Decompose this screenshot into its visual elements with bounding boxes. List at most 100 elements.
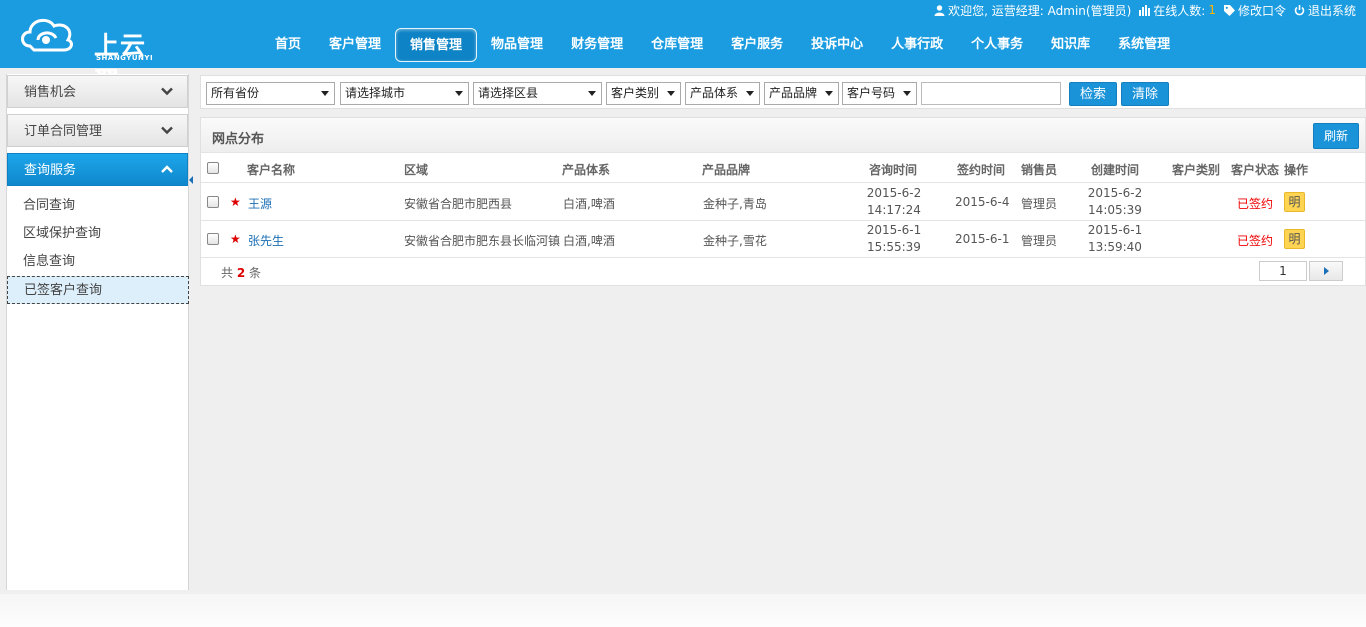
- nav-personal-affairs[interactable]: 个人事务: [957, 28, 1037, 62]
- star-icon: ★: [230, 195, 241, 209]
- row-checkbox[interactable]: [207, 196, 219, 208]
- nav-customer-service[interactable]: 客户服务: [717, 28, 797, 62]
- nav-home[interactable]: 首页: [261, 28, 315, 62]
- nav-customer-management[interactable]: 客户管理: [315, 28, 395, 62]
- column-header-product-brand: 产品品牌: [702, 163, 751, 177]
- sidebar-group-label: 查询服务: [24, 163, 77, 178]
- consult-time-cell: 2015-6-1 15:55:39: [861, 222, 927, 256]
- clear-button[interactable]: 清除: [1121, 82, 1170, 106]
- customer-number-select-value: 客户号码: [847, 86, 896, 100]
- column-header-salesperson: 销售员: [1021, 163, 1058, 177]
- status-badge: 已签约: [1237, 197, 1274, 211]
- caret-right-icon: [1324, 267, 1329, 275]
- table-row[interactable]: ★ 王源 安徽省合肥市肥西县 白酒,啤酒 金种子,青岛 2015-6-2 14:…: [201, 184, 1365, 221]
- nav-knowledge-base[interactable]: 知识库: [1037, 28, 1104, 62]
- region-cell: 安徽省合肥市肥东县长临河镇: [404, 234, 561, 248]
- network-distribution-panel: 网点分布 刷新 客户名称 区域 产品体系 产品品牌 咨询时间 签约时间 销售员 …: [200, 117, 1366, 286]
- row-checkbox[interactable]: [207, 233, 219, 245]
- create-clock: 14:05:39: [1088, 203, 1142, 217]
- customer-name-link[interactable]: 张先生: [248, 232, 284, 249]
- chevron-down-icon: [161, 87, 173, 96]
- sidebar-group-query-service[interactable]: 查询服务: [7, 153, 188, 186]
- nav-system-management[interactable]: 系统管理: [1104, 28, 1184, 62]
- change-password-link[interactable]: 修改口令: [1223, 2, 1286, 19]
- detail-button[interactable]: 明: [1284, 229, 1305, 249]
- filter-bar: 所有省份 请选择城市 请选择区县 客户类别 产品体系 产品品牌 客户号码 检索 …: [200, 75, 1366, 109]
- product-system-select[interactable]: 产品体系: [685, 82, 760, 105]
- select-all-checkbox[interactable]: [207, 162, 219, 174]
- nav-complaint-center[interactable]: 投诉中心: [797, 28, 877, 62]
- province-select[interactable]: 所有省份: [206, 82, 335, 105]
- main-nav: 首页 客户管理 销售管理 物品管理 财务管理 仓库管理 客户服务 投诉中心 人事…: [261, 28, 1184, 64]
- create-clock: 13:59:40: [1088, 240, 1142, 254]
- online-label: 在线人数:: [1153, 3, 1206, 18]
- consult-date: 2015-6-1: [866, 223, 922, 237]
- nav-finance-management[interactable]: 财务管理: [557, 28, 637, 62]
- province-select-value: 所有省份: [211, 86, 260, 100]
- status-badge: 已签约: [1237, 234, 1274, 248]
- nav-goods-management[interactable]: 物品管理: [477, 28, 557, 62]
- district-select[interactable]: 请选择区县: [473, 82, 602, 105]
- chevron-down-icon: [161, 126, 173, 135]
- tag-icon: [1223, 4, 1235, 16]
- sidebar-item-info-query[interactable]: 信息查询: [7, 248, 188, 276]
- table-row[interactable]: ★ 张先生 安徽省合肥市肥东县长临河镇 白酒,啤酒 金种子,雪花 2015-6-…: [201, 221, 1365, 258]
- customer-type-select[interactable]: 客户类别: [606, 82, 681, 105]
- detail-button[interactable]: 明: [1284, 192, 1305, 212]
- sidebar: 销售机会 订单合同管理 查询服务 合同查询 区域保护查询 信息查询 已签客户查询: [6, 74, 189, 590]
- city-select-value: 请选择城市: [345, 86, 406, 100]
- sidebar-item-contract-query[interactable]: 合同查询: [7, 192, 188, 220]
- chevron-up-icon: [161, 165, 173, 173]
- sidebar-group-order-contract[interactable]: 订单合同管理: [7, 114, 188, 147]
- next-page-button[interactable]: [1309, 261, 1343, 281]
- refresh-button[interactable]: 刷新: [1312, 123, 1359, 149]
- search-input[interactable]: [921, 82, 1061, 105]
- sign-time-cell: 2015-6-4: [955, 195, 1010, 209]
- nav-sales-management[interactable]: 销售管理: [395, 28, 478, 62]
- consult-date: 2015-6-2: [866, 186, 922, 200]
- product-brand-select[interactable]: 产品品牌: [764, 82, 839, 105]
- salesperson-cell: 管理员: [1021, 234, 1058, 248]
- table-header: 客户名称 区域 产品体系 产品品牌 咨询时间 签约时间 销售员 创建时间 客户类…: [201, 153, 1365, 183]
- nav-hr-admin[interactable]: 人事行政: [877, 28, 957, 62]
- create-time-cell: 2015-6-2 14:05:39: [1082, 185, 1148, 219]
- create-date: 2015-6-1: [1087, 223, 1143, 237]
- product-system-select-value: 产品体系: [690, 86, 739, 100]
- total-number: 2: [236, 266, 246, 280]
- online-users: 在线人数: 1: [1139, 2, 1216, 19]
- user-toolbar: 欢迎您, 运营经理: Admin(管理员) 在线人数: 1 修改口令 退出系统: [934, 2, 1356, 18]
- logout-link[interactable]: 退出系统: [1294, 2, 1356, 19]
- search-button[interactable]: 检索: [1069, 82, 1118, 106]
- consult-clock: 14:17:24: [867, 203, 921, 217]
- bar-chart-icon: [1139, 4, 1151, 16]
- total-suffix: 条: [249, 266, 262, 280]
- region-cell: 安徽省合肥市肥西县: [404, 197, 513, 211]
- column-header-product-system: 产品体系: [562, 163, 611, 177]
- page-number-input[interactable]: 1: [1259, 261, 1307, 281]
- brand-logo[interactable]: 上云翼 SHANGYUNYI: [18, 12, 168, 96]
- sidebar-item-region-protection-query[interactable]: 区域保护查询: [7, 220, 188, 248]
- sidebar-item-signed-customer-query[interactable]: 已签客户查询: [7, 276, 189, 304]
- customer-number-select[interactable]: 客户号码: [842, 82, 917, 105]
- logout-label: 退出系统: [1307, 3, 1356, 18]
- customer-type-select-value: 客户类别: [611, 86, 660, 100]
- customer-name-link[interactable]: 王源: [248, 195, 272, 212]
- salesperson-cell: 管理员: [1021, 197, 1058, 211]
- cloud-logo-icon: [21, 18, 73, 52]
- product-system-cell: 白酒,啤酒: [563, 197, 615, 211]
- logo-subtitle: SHANGYUNYI: [96, 54, 154, 62]
- create-time-cell: 2015-6-1 13:59:40: [1082, 222, 1148, 256]
- panel-title: 网点分布: [212, 132, 265, 147]
- change-password-label: 修改口令: [1237, 3, 1286, 18]
- city-select[interactable]: 请选择城市: [340, 82, 469, 105]
- district-select-value: 请选择区县: [478, 86, 539, 100]
- column-header-name: 客户名称: [247, 163, 296, 177]
- column-header-sign-time: 签约时间: [957, 163, 1006, 177]
- sidebar-group-sales-opportunity[interactable]: 销售机会: [7, 75, 188, 108]
- welcome-text: 欢迎您, 运营经理: Admin(管理员): [934, 2, 1131, 19]
- nav-warehouse-management[interactable]: 仓库管理: [637, 28, 717, 62]
- consult-time-cell: 2015-6-2 14:17:24: [861, 185, 927, 219]
- column-header-action: 操作: [1284, 163, 1309, 177]
- total-count: 共 2 条: [221, 264, 261, 281]
- sidebar-collapse-icon[interactable]: [188, 170, 194, 190]
